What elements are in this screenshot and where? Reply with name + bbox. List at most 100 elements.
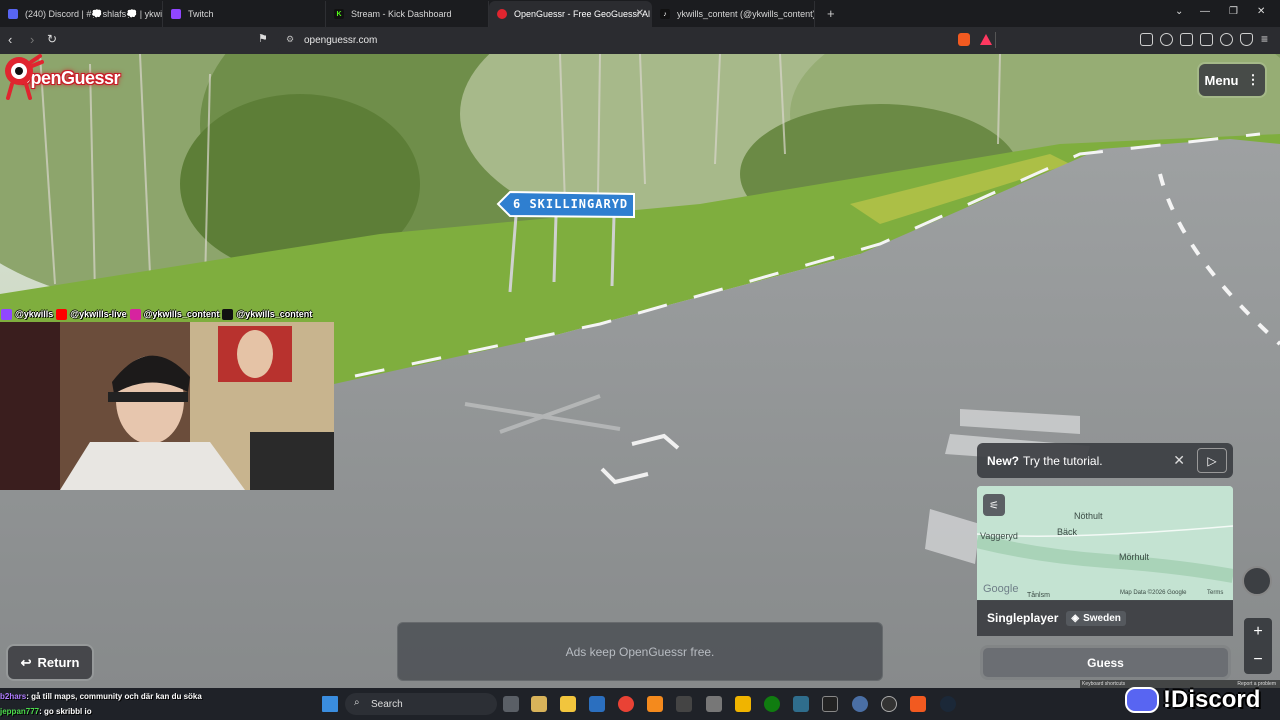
youtube-icon <box>56 308 68 320</box>
game-mode-bar: Singleplayer ◈ Sweden <box>977 600 1233 636</box>
map-place-label: Nöthult <box>1074 511 1103 521</box>
file-explorer-icon[interactable] <box>560 696 576 712</box>
social-handle: @ykwills <box>15 309 54 319</box>
tab-kick[interactable]: K Stream - Kick Dashboard <box>326 1 489 27</box>
browser-tab-strip: (240) Discord | #💭shlafs💭 | ykwills Twit… <box>0 0 1280 27</box>
address-bar[interactable]: ⚙ openguessr.com <box>278 29 1000 51</box>
openguessr-icon <box>497 9 507 19</box>
app-icon[interactable] <box>852 696 868 712</box>
app-icon[interactable] <box>647 696 663 712</box>
vpn-icon[interactable] <box>1240 33 1253 46</box>
social-handle: @ykwills_content <box>236 309 313 319</box>
taskbar-search[interactable]: ⌕ Search <box>345 693 497 715</box>
country-badge[interactable]: ◈ Sweden <box>1066 610 1126 626</box>
return-arrow-icon: ↩ <box>20 654 32 670</box>
chat-user: b2hars <box>0 692 27 701</box>
tab-twitch[interactable]: Twitch <box>163 1 326 27</box>
obs-icon[interactable] <box>881 696 897 712</box>
mascot-icon <box>5 54 44 100</box>
leo-ai-icon[interactable] <box>1220 33 1233 46</box>
hamburger-menu-icon[interactable]: ≡ <box>1261 32 1268 46</box>
media-player-icon[interactable] <box>531 696 547 712</box>
menu-button[interactable]: Menu ⋮ <box>1199 64 1265 96</box>
zoom-out-button[interactable]: − <box>1253 651 1262 669</box>
steam-icon[interactable] <box>940 696 956 712</box>
country-label: Sweden <box>1083 612 1121 624</box>
discord-icon <box>8 9 18 19</box>
kick-icon: K <box>334 9 344 19</box>
wallet-icon[interactable] <box>1200 33 1213 46</box>
tab-discord[interactable]: (240) Discord | #💭shlafs💭 | ykwills <box>0 1 163 27</box>
discord-overlay: !Discord <box>1125 680 1275 720</box>
window-close-icon[interactable]: ✕ <box>1257 6 1265 17</box>
bookmark-icon[interactable]: ⚑ <box>258 32 268 45</box>
play-tutorial-button[interactable]: ▷ <box>1197 448 1227 473</box>
map-place-label: Mörhult <box>1119 552 1150 562</box>
chat-text: gå till maps, community och där kan du s… <box>31 692 202 701</box>
sidebar-icon[interactable] <box>1180 33 1193 46</box>
keyboard-shortcuts-link[interactable]: Keyboard shortcuts <box>1082 681 1125 687</box>
mode-label: Singleplayer <box>987 611 1059 625</box>
tab-label: (240) Discord | #💭shlafs💭 | ykwills <box>25 8 163 19</box>
tab-list-chevron-icon[interactable]: ⌄ <box>1175 6 1183 17</box>
tab-openguessr[interactable]: OpenGuessr - Free GeoGuessr Al ✕ <box>489 1 652 27</box>
brave-icon[interactable] <box>910 696 926 712</box>
rockstar-icon[interactable] <box>735 696 751 712</box>
discord-icon <box>1125 687 1159 713</box>
return-button[interactable]: ↩ Return <box>8 646 92 679</box>
brave-shields-icon[interactable] <box>958 33 970 46</box>
map-filter-button[interactable]: ⚟ <box>983 494 1005 516</box>
minimize-icon[interactable]: — <box>1200 6 1210 17</box>
layers-icon: ◈ <box>1071 612 1080 624</box>
close-tab-icon[interactable]: ✕ <box>636 8 644 19</box>
forward-icon[interactable]: › <box>30 32 34 47</box>
map-place-label: Vaggeryd <box>980 531 1018 541</box>
reload-icon[interactable]: ↻ <box>47 32 57 46</box>
browser-toolbar: ‹ › ↻ ⚑ ⚙ openguessr.com ≡ <box>0 27 1280 54</box>
url-text: openguessr.com <box>304 34 378 46</box>
search-icon: ⌕ <box>354 697 360 708</box>
app-icon[interactable] <box>676 696 692 712</box>
compass-icon[interactable] <box>1242 566 1272 596</box>
tab-label: ykwills_content (@ykwills_content) | T <box>677 9 815 19</box>
close-icon[interactable]: ✕ <box>1173 452 1185 469</box>
guess-minimap[interactable]: ⚟ Nöthult Bäck Vaggeryd Mörhult Tånlsm G… <box>977 486 1233 601</box>
tiktok-icon <box>222 308 234 320</box>
xbox-icon[interactable] <box>764 696 780 712</box>
divider <box>995 32 996 48</box>
tutorial-banner: New? Try the tutorial. ✕ ▷ <box>977 443 1233 478</box>
guess-button[interactable]: Guess <box>983 648 1228 677</box>
chat-message: b2hars: gå till maps, community och där … <box>0 692 202 701</box>
brave-rewards-icon[interactable] <box>980 34 992 45</box>
map-place-label: Bäck <box>1057 527 1078 537</box>
instagram-icon <box>129 308 141 320</box>
back-icon[interactable]: ‹ <box>8 32 12 47</box>
chrome-icon[interactable] <box>618 696 634 712</box>
webcam-image <box>0 322 334 490</box>
chat-text: go skribbl io <box>44 707 92 716</box>
twitch-icon <box>171 9 181 19</box>
media-icon[interactable] <box>1160 33 1173 46</box>
return-label: Return <box>37 655 80 670</box>
tab-tiktok[interactable]: ♪ ykwills_content (@ykwills_content) | T <box>652 1 815 27</box>
task-view-icon[interactable] <box>503 696 519 712</box>
restore-icon[interactable]: ❐ <box>1229 6 1238 17</box>
google-logo: Google <box>983 583 1019 595</box>
zoom-in-button[interactable]: + <box>1253 623 1262 641</box>
street-view-panorama[interactable]: 6 SKILLINGARYD OpenGuessr Menu ⋮ @ykwill… <box>0 54 1280 688</box>
app-icon[interactable] <box>793 696 809 712</box>
calculator-icon[interactable] <box>706 696 722 712</box>
social-handle: @ykwills_content <box>143 309 220 319</box>
site-info-icon[interactable]: ⚙ <box>286 34 294 45</box>
store-icon[interactable] <box>589 696 605 712</box>
tutorial-text: Try the tutorial. <box>1023 453 1103 468</box>
new-tab-button[interactable]: + <box>827 6 835 21</box>
kebab-icon: ⋮ <box>1246 72 1260 87</box>
app-icon[interactable] <box>822 696 838 712</box>
discord-label: !Discord <box>1163 686 1261 713</box>
map-terms-link[interactable]: Terms <box>1207 590 1223 596</box>
map-place-label: Tånlsm <box>1027 592 1050 599</box>
extensions-icon[interactable] <box>1140 33 1153 46</box>
menu-label: Menu <box>1204 72 1239 88</box>
windows-start-icon[interactable] <box>322 696 338 712</box>
